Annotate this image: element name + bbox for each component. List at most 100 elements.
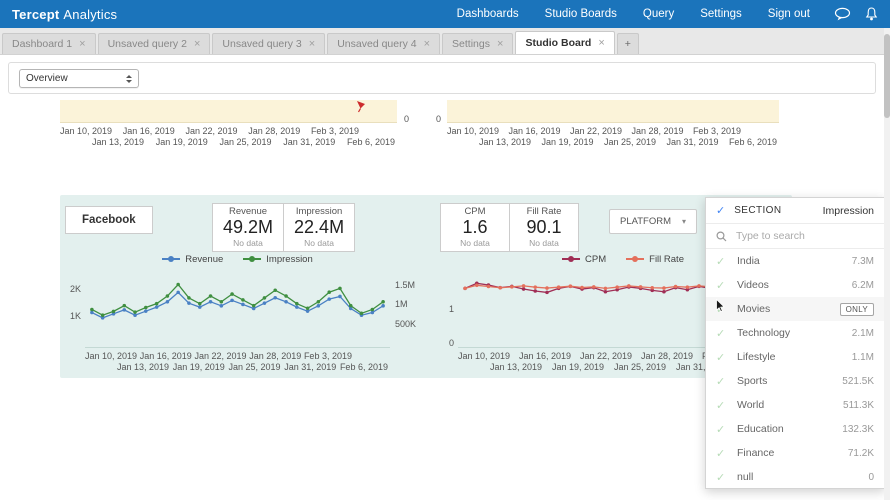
dropdown-item-value: 6.2M [851, 279, 874, 291]
dropdown-item[interactable]: ✓ Technology ONLY 2.1M [706, 321, 884, 345]
tab[interactable]: Dashboard 1 × [2, 33, 96, 54]
nav-link[interactable]: Settings [700, 8, 742, 20]
metric-value: 49.2M [223, 217, 274, 237]
chat-icon[interactable] [834, 7, 851, 22]
y-axis-tick: 500K [395, 318, 417, 329]
sparkline-chart-left: 0 Jan 10, 2019 Jan 16, 2019 Jan 22, 2019 Ja… [60, 100, 409, 148]
overview-toolbar: Overview [8, 62, 876, 94]
chevron-down-icon: ▾ [681, 217, 686, 226]
tab[interactable]: Unsaved query 3 × [212, 33, 326, 54]
close-tab-icon[interactable]: × [309, 38, 315, 50]
dropdown-item-label: Sports [737, 375, 768, 387]
legend-item[interactable]: CPM [562, 254, 606, 265]
close-tab-icon[interactable]: × [424, 38, 430, 50]
close-tab-icon[interactable]: × [497, 38, 503, 50]
dropdown-item-label: Finance [737, 447, 775, 459]
tab-label: Studio Board [525, 37, 592, 49]
dropdown-item-value: 521.5K [842, 375, 874, 387]
source-label: Facebook [65, 206, 153, 234]
dropdown-item[interactable]: ✓ null ONLY 0 [706, 465, 884, 488]
metric-group-right: CPM 1.6 No data Fill Rate 90.1 No data [440, 203, 579, 252]
close-tab-icon[interactable]: × [194, 38, 200, 50]
dropdown-item[interactable]: ✓ Videos ONLY 6.2M [706, 273, 884, 297]
legend-item[interactable]: Revenue [162, 254, 223, 265]
annotation-marker[interactable] [356, 100, 367, 118]
x-axis-labels: Jan 10, 2019 Jan 16, 2019 Jan 22, 2019 Jan … [447, 126, 779, 148]
tab-bar: Dashboard 1 × Unsaved query 2 × Unsaved … [0, 28, 884, 55]
x-axis-label: Jan 13, 2019 [92, 137, 145, 147]
x-axis-label: Jan 25, 2019 [219, 137, 272, 147]
new-tab-button[interactable]: + [616, 33, 639, 54]
platform-dropdown[interactable]: PLATFORM ▾ [609, 209, 697, 234]
bell-icon[interactable] [865, 7, 878, 21]
tabs-list: Dashboard 1 × Unsaved query 2 × Unsaved … [2, 31, 615, 54]
x-axis-label: Jan 28, 2019 [249, 351, 302, 361]
dropdown-item[interactable]: ✓ India ONLY 7.3M [706, 249, 884, 273]
checkbox-check-icon[interactable]: ✓ [716, 279, 726, 292]
nav-link[interactable]: Studio Boards [545, 8, 617, 20]
nav-link[interactable]: Sign out [768, 8, 810, 20]
tab-label: Settings [452, 38, 490, 50]
dropdown-item[interactable]: ✓ Lifestyle ONLY 1.1M [706, 345, 884, 369]
x-axis-label: Jan 19, 2019 [155, 137, 208, 147]
x-axis-label: Feb 6, 2019 [728, 137, 777, 147]
x-axis-label: Jan 19, 2019 [551, 362, 605, 372]
legend-label: Impression [266, 253, 313, 265]
close-tab-icon[interactable]: × [79, 38, 85, 50]
metric-subtext: No data [460, 237, 490, 248]
checkbox-check-icon[interactable]: ✓ [716, 423, 726, 436]
dropdown-item[interactable]: ✓ Finance ONLY 71.2K [706, 441, 884, 465]
page-scrollbar[interactable] [884, 28, 890, 500]
brand: Tercept Analytics [12, 7, 117, 22]
metric-label: CPM [464, 206, 486, 217]
legend-swatch [626, 256, 645, 262]
metric-group-left: Revenue 49.2M No data Impression 22.4M N… [212, 203, 356, 252]
dropdown-item-label: Movies [737, 303, 771, 315]
tab[interactable]: Settings × [442, 33, 514, 54]
chart-plot: 1K 2K 500K 1M 1.5M [70, 270, 416, 348]
scrollbar-thumb[interactable] [884, 34, 890, 118]
search-icon [716, 230, 727, 241]
x-axis-label: Jan 10, 2019 [85, 351, 138, 361]
x-axis-label: Jan 25, 2019 [613, 362, 667, 372]
tab-label: Unsaved query 4 [337, 38, 417, 50]
dropdown-item[interactable]: ✓ Movies ONLY [706, 297, 884, 321]
tab-label: Unsaved query 2 [107, 38, 187, 50]
x-axis-label: Feb 6, 2019 [339, 362, 388, 372]
dropdown-item[interactable]: ✓ Education ONLY 132.3K [706, 417, 884, 441]
x-axis-label: Jan 16, 2019 [508, 126, 561, 136]
checkbox-check-icon[interactable]: ✓ [716, 255, 726, 268]
checkbox-check-icon[interactable]: ✓ [716, 327, 726, 340]
checkbox-check-icon[interactable]: ✓ [716, 447, 726, 460]
tab[interactable]: Unsaved query 4 × [327, 33, 441, 54]
dropdown-search-input[interactable] [736, 230, 856, 242]
legend-item[interactable]: Fill Rate [626, 254, 684, 265]
x-axis-label: Jan 22, 2019 [579, 351, 633, 361]
overview-select[interactable]: Overview [19, 69, 139, 88]
dropdown-header-metric[interactable]: Impression [823, 205, 874, 217]
checkbox-check-icon[interactable]: ✓ [716, 471, 726, 484]
close-tab-icon[interactable]: × [598, 37, 604, 49]
dropdown-item-value: 132.3K [842, 423, 874, 435]
legend-swatch [562, 256, 581, 262]
x-axis-label: Jan 19, 2019 [541, 137, 594, 147]
checkbox-check-icon[interactable]: ✓ [716, 399, 726, 412]
dropdown-item-value: 0 [868, 471, 874, 483]
checkbox-check-icon[interactable]: ✓ [716, 375, 726, 388]
x-axis-label: Jan 22, 2019 [569, 126, 623, 136]
nav-link[interactable]: Dashboards [457, 8, 519, 20]
dropdown-item[interactable]: ✓ World ONLY 511.3K [706, 393, 884, 417]
nav-link[interactable]: Query [643, 8, 674, 20]
dropdown-item[interactable]: ✓ Sports ONLY 521.5K [706, 369, 884, 393]
tab[interactable]: Studio Board × [515, 31, 615, 54]
legend-item[interactable]: Impression [243, 253, 313, 265]
tab[interactable]: Unsaved query 2 × [97, 33, 211, 54]
metric-card: Impression 22.4M No data [283, 203, 356, 252]
y-axis-tick: 1 [448, 304, 454, 314]
dropdown-header: ✓ SECTION Impression [706, 198, 884, 224]
checkbox-check-icon[interactable]: ✓ [716, 351, 726, 364]
x-axis-label: Jan 16, 2019 [122, 126, 175, 136]
x-axis-label: Feb 3, 2019 [303, 351, 352, 361]
x-axis-label: Jan 10, 2019 [447, 126, 500, 136]
only-button[interactable]: ONLY [839, 302, 874, 316]
